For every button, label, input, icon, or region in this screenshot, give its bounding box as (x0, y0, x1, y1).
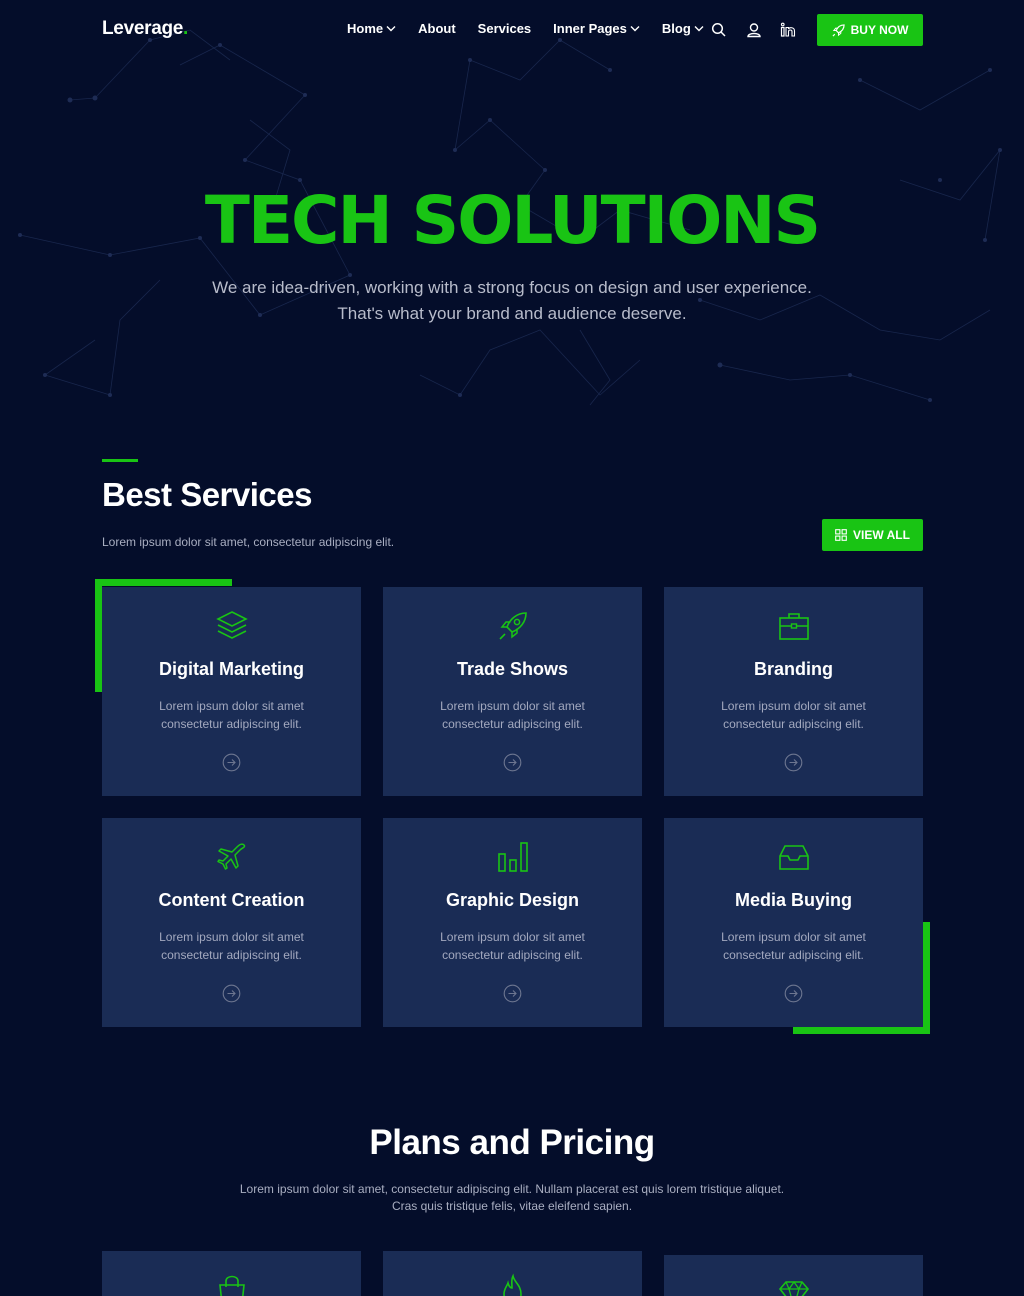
layers-icon (216, 611, 248, 639)
view-all-label: VIEW ALL (853, 528, 910, 542)
linkedin-icon[interactable] (780, 22, 796, 38)
chevron-down-icon (630, 26, 640, 32)
shopping-bag-icon (219, 1275, 245, 1296)
view-all-button[interactable]: VIEW ALL (822, 519, 923, 551)
rocket-icon (832, 23, 845, 36)
bar-chart-icon (498, 842, 528, 872)
nav-item-label: Blog (661, 21, 691, 36)
service-card-content-creation[interactable]: Content Creation Lorem ipsum dolor sit a… (102, 818, 361, 1027)
arrow-right-circle-icon[interactable] (784, 984, 803, 1003)
service-card-title: Content Creation (158, 890, 305, 910)
page: Leverage. Home About Services Inner Page… (0, 0, 1024, 1296)
arrow-right-circle-icon[interactable] (222, 984, 241, 1003)
pricing-description: Lorem ipsum dolor sit amet, consectetur … (239, 1182, 785, 1213)
services-title: Best Services (102, 476, 312, 513)
hero-title: TECH SOLUTIONS (204, 182, 821, 259)
nav-item-about[interactable]: About (418, 21, 456, 36)
pricing-card-2[interactable] (383, 1251, 642, 1296)
diamond-icon (778, 1280, 810, 1296)
service-card-description: Lorem ipsum dolor sit amet consectetur a… (721, 699, 866, 731)
nav-item-home[interactable]: Home (347, 21, 396, 36)
airplane-icon (217, 843, 246, 870)
service-card-title: Branding (754, 659, 833, 679)
brand-logo[interactable]: Leverage. (102, 18, 188, 40)
service-card-digital-marketing[interactable]: Digital Marketing Lorem ipsum dolor sit … (102, 587, 361, 796)
service-card-description: Lorem ipsum dolor sit amet consectetur a… (159, 699, 304, 731)
fire-icon (503, 1273, 522, 1296)
buy-now-label: BUY NOW (850, 23, 909, 37)
site-header: Leverage. Home About Services Inner Page… (0, 0, 1024, 60)
service-card-title: Digital Marketing (158, 659, 305, 679)
arrow-right-circle-icon[interactable] (503, 984, 522, 1003)
nav-item-blog[interactable]: Blog (662, 21, 704, 36)
arrow-right-circle-icon[interactable] (784, 753, 803, 772)
nav-item-label: Home (347, 21, 384, 36)
chevron-down-icon (694, 26, 704, 32)
service-card-title: Trade Shows (456, 659, 569, 679)
arrow-right-circle-icon[interactable] (222, 753, 241, 772)
search-icon[interactable] (711, 22, 727, 38)
service-card-media-buying[interactable]: Media Buying Lorem ipsum dolor sit amet … (664, 818, 923, 1027)
grid-icon (835, 529, 847, 541)
brand-name: Leverage (102, 18, 184, 39)
service-card-title: Graphic Design (445, 890, 580, 910)
nav-item-label: Inner Pages (553, 21, 627, 36)
hero-subtitle: We are idea-driven, working with a stron… (212, 278, 812, 323)
pricing-card-1[interactable] (102, 1251, 361, 1296)
service-card-description: Lorem ipsum dolor sit amet consectetur a… (721, 930, 866, 962)
nav-item-services[interactable]: Services (478, 21, 532, 36)
service-card-trade-shows[interactable]: Trade Shows Lorem ipsum dolor sit amet c… (383, 587, 642, 796)
chevron-down-icon (386, 26, 396, 32)
section-accent-bar (102, 459, 138, 462)
inbox-icon (779, 845, 809, 870)
main-nav: Home About Services Inner Pages Blog (347, 21, 726, 36)
service-card-branding[interactable]: Branding Lorem ipsum dolor sit amet cons… (664, 587, 923, 796)
pricing-card-3[interactable] (664, 1255, 923, 1296)
nav-item-label: About (418, 21, 456, 36)
services-description: Lorem ipsum dolor sit amet, consectetur … (102, 535, 395, 549)
rocket-icon (499, 612, 527, 640)
user-icon[interactable] (746, 22, 762, 38)
nav-item-inner-pages[interactable]: Inner Pages (553, 21, 640, 36)
arrow-right-circle-icon[interactable] (503, 753, 522, 772)
nav-item-label: Services (477, 21, 532, 36)
service-card-description: Lorem ipsum dolor sit amet consectetur a… (440, 930, 585, 962)
service-card-title: Media Buying (734, 890, 852, 910)
buy-now-button[interactable]: BUY NOW (817, 14, 923, 46)
service-card-description: Lorem ipsum dolor sit amet consectetur a… (440, 699, 585, 731)
briefcase-icon (779, 613, 809, 640)
brand-dot: . (183, 18, 189, 39)
service-card-description: Lorem ipsum dolor sit amet consectetur a… (159, 930, 304, 962)
service-card-graphic-design[interactable]: Graphic Design Lorem ipsum dolor sit ame… (383, 818, 642, 1027)
pricing-title: Plans and Pricing (369, 1123, 655, 1162)
